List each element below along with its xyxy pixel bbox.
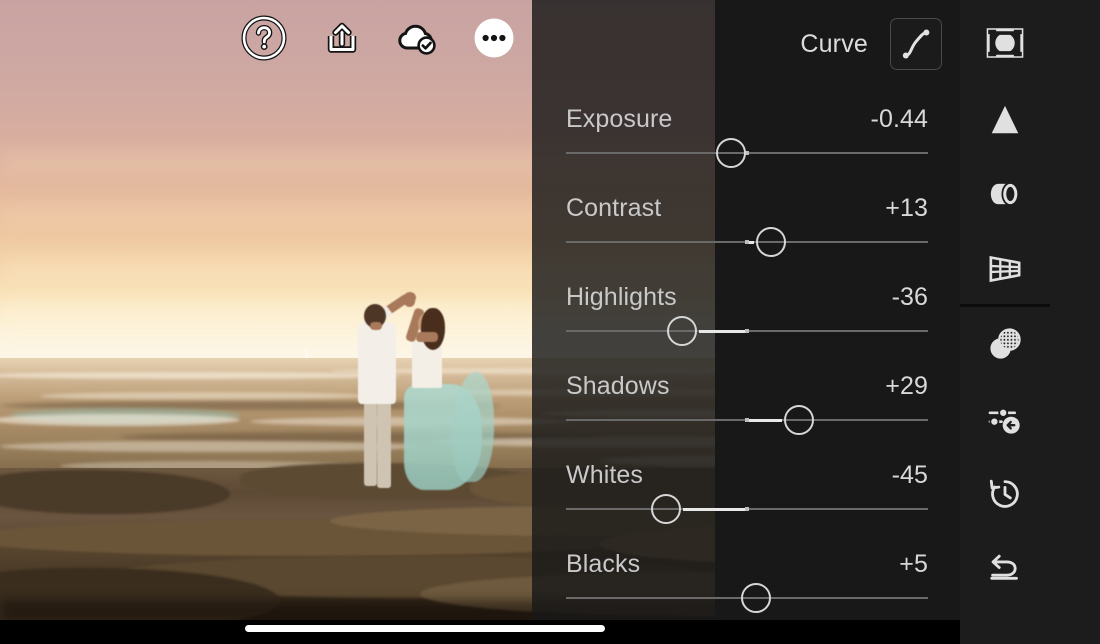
previous-edits-icon[interactable] [960,389,1050,449]
rail-divider [960,304,1050,307]
geometry-icon[interactable] [960,239,1050,299]
slider-center-tick [745,329,749,333]
slider-whites[interactable]: Whites -45 [532,461,960,551]
slider-highlights[interactable]: Highlights -36 [532,283,960,373]
slider-value: +13 [885,194,928,223]
light-adjust-panel: Curve Exposure -0.44 Contrast +13 Highlights… [532,0,960,620]
slider-contrast[interactable]: Contrast +13 [532,194,960,284]
wave-foam [0,414,240,426]
slider-label: Contrast [566,194,661,223]
wave-foam [0,372,400,379]
more-options-icon[interactable] [470,14,518,62]
slider-center-tick [745,418,749,422]
slider-knob[interactable] [784,405,814,435]
history-icon[interactable] [960,464,1050,524]
home-indicator[interactable] [245,625,605,632]
slider-knob[interactable] [741,583,771,613]
slider-shadows[interactable]: Shadows +29 [532,372,960,462]
woman-hand [404,296,415,307]
slider-label: Highlights [566,283,677,312]
help-icon[interactable] [240,14,288,62]
light-icon[interactable] [960,90,1050,150]
optics-icon[interactable] [960,164,1050,224]
man-shirt [358,322,396,404]
slider-value: -36 [892,283,928,312]
wave-foam [0,441,420,452]
slider-value: +29 [885,372,928,401]
slider-label: Exposure [566,105,672,134]
slider-knob[interactable] [716,138,746,168]
rail-bottom-fill [960,620,1100,644]
slider-value: -45 [892,461,928,490]
curve-row: Curve [715,0,960,86]
curve-label: Curve [800,30,868,59]
photo-overlay-toolbar [0,0,532,78]
woman-hair [421,308,445,350]
slider-label: Whites [566,461,643,490]
slider-value: -0.44 [871,105,928,134]
system-bottom-bar [0,620,1100,644]
slider-fill [699,330,747,333]
slider-fill [683,508,747,511]
wave-foam [40,392,370,400]
woman-shoulder [416,332,438,342]
slider-label: Shadows [566,372,670,401]
man-right-leg [377,398,391,488]
masking-icon[interactable] [960,314,1050,374]
crop-icon[interactable] [960,13,1050,73]
tool-rail [960,0,1100,620]
slider-knob[interactable] [667,316,697,346]
man-neck [370,322,382,330]
share-icon[interactable] [318,14,366,62]
lightroom-editor-screen: Curve Exposure -0.44 Contrast +13 Highlights… [0,0,1100,644]
slider-value: +5 [899,550,928,579]
cloud-sync-icon[interactable] [394,14,442,62]
slider-exposure[interactable]: Exposure -0.44 [532,105,960,195]
slider-center-tick [745,507,749,511]
man-left-leg [364,398,377,486]
slider-knob[interactable] [756,227,786,257]
undo-icon[interactable] [960,539,1050,599]
slider-fill [747,419,782,422]
slider-label: Blacks [566,550,640,579]
slider-center-tick [745,240,749,244]
tone-curve-icon[interactable] [890,18,942,70]
slider-knob[interactable] [651,494,681,524]
